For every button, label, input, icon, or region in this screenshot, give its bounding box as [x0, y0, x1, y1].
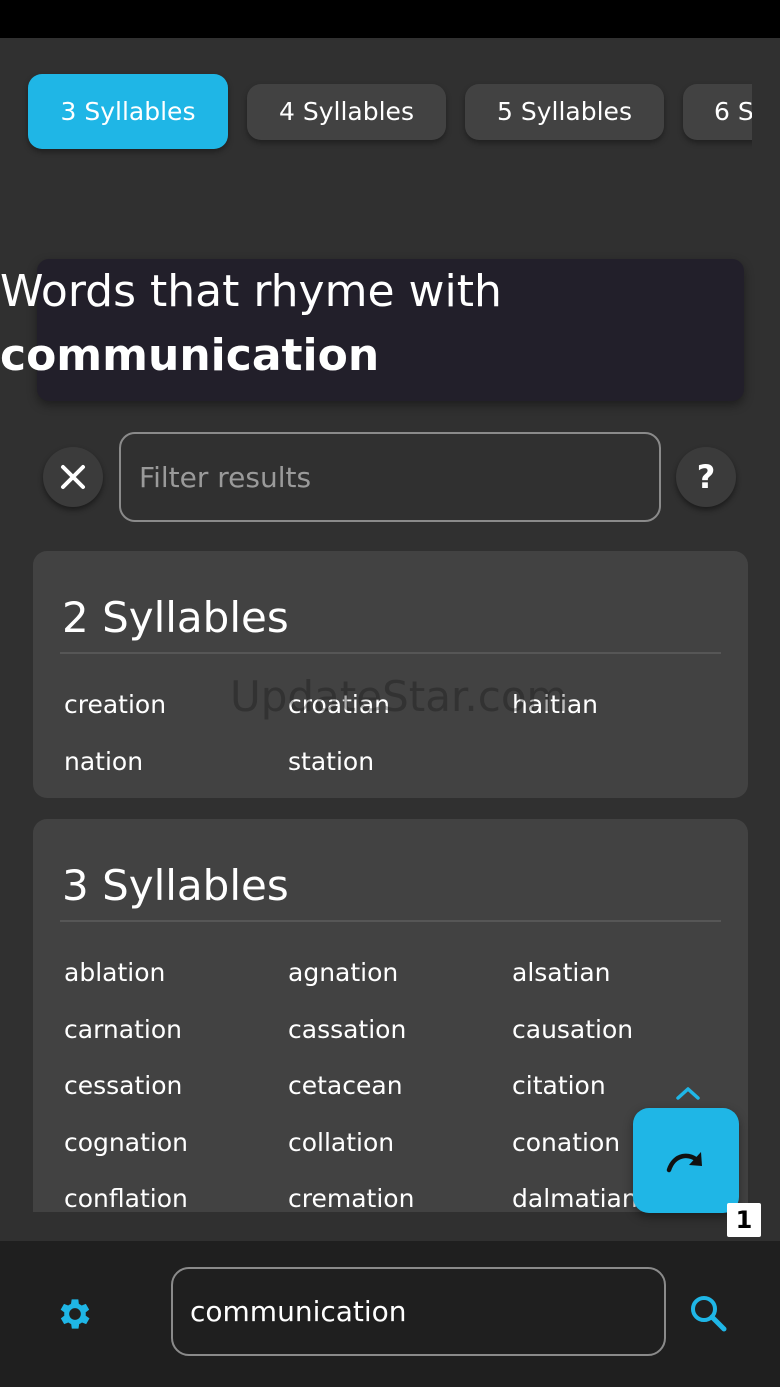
tab-4-syllables[interactable]: 4 Syllables	[247, 84, 446, 140]
word-item[interactable]: cetacean	[288, 1071, 403, 1100]
header-title: Words that rhyme with	[0, 266, 502, 317]
word-item[interactable]: carnation	[64, 1015, 182, 1044]
word-item[interactable]: cremation	[288, 1184, 414, 1212]
word-item[interactable]: cognation	[64, 1128, 188, 1157]
word-item[interactable]: haitian	[512, 690, 598, 719]
scroll-up-icon[interactable]	[672, 1082, 704, 1104]
close-icon	[61, 465, 85, 489]
word-item[interactable]: citation	[512, 1071, 606, 1100]
group-divider	[60, 920, 721, 922]
word-item[interactable]: alsatian	[512, 958, 611, 987]
word-item[interactable]: agnation	[288, 958, 398, 987]
group-title: 3 Syllables	[62, 861, 289, 910]
group-title: 2 Syllables	[62, 593, 289, 642]
search-input[interactable]	[171, 1267, 666, 1356]
status-bar	[0, 0, 780, 38]
group-card-2-syllables: 2 Syllables creation croatian haitian na…	[33, 551, 748, 798]
word-item[interactable]: cassation	[288, 1015, 406, 1044]
word-item[interactable]: causation	[512, 1015, 633, 1044]
syllable-tabs: 3 Syllables 4 Syllables 5 Syllables 6 Sy…	[0, 38, 780, 188]
help-button[interactable]: ?	[676, 447, 736, 507]
gear-icon[interactable]	[55, 1294, 95, 1334]
tabs-scroll-edge	[752, 38, 780, 188]
search-icon[interactable]	[688, 1293, 728, 1333]
word-item[interactable]: cessation	[64, 1071, 182, 1100]
clear-filter-button[interactable]	[43, 447, 103, 507]
word-item[interactable]: dalmatian	[512, 1184, 638, 1212]
group-divider	[60, 652, 721, 654]
redo-fab-button[interactable]	[633, 1108, 739, 1213]
count-badge: 1	[727, 1203, 761, 1237]
word-item[interactable]: conation	[512, 1128, 620, 1157]
redo-arrow-icon	[666, 1151, 702, 1172]
word-item[interactable]: conflation	[64, 1184, 188, 1212]
word-item[interactable]: ablation	[64, 958, 165, 987]
header-word: communication	[0, 330, 380, 381]
tab-3-syllables[interactable]: 3 Syllables	[28, 74, 228, 149]
tab-5-syllables[interactable]: 5 Syllables	[465, 84, 664, 140]
filter-input[interactable]	[119, 432, 661, 522]
word-item[interactable]: croatian	[288, 690, 390, 719]
word-item[interactable]: creation	[64, 690, 166, 719]
word-item[interactable]: collation	[288, 1128, 394, 1157]
word-item[interactable]: station	[288, 747, 374, 776]
word-item[interactable]: nation	[64, 747, 143, 776]
